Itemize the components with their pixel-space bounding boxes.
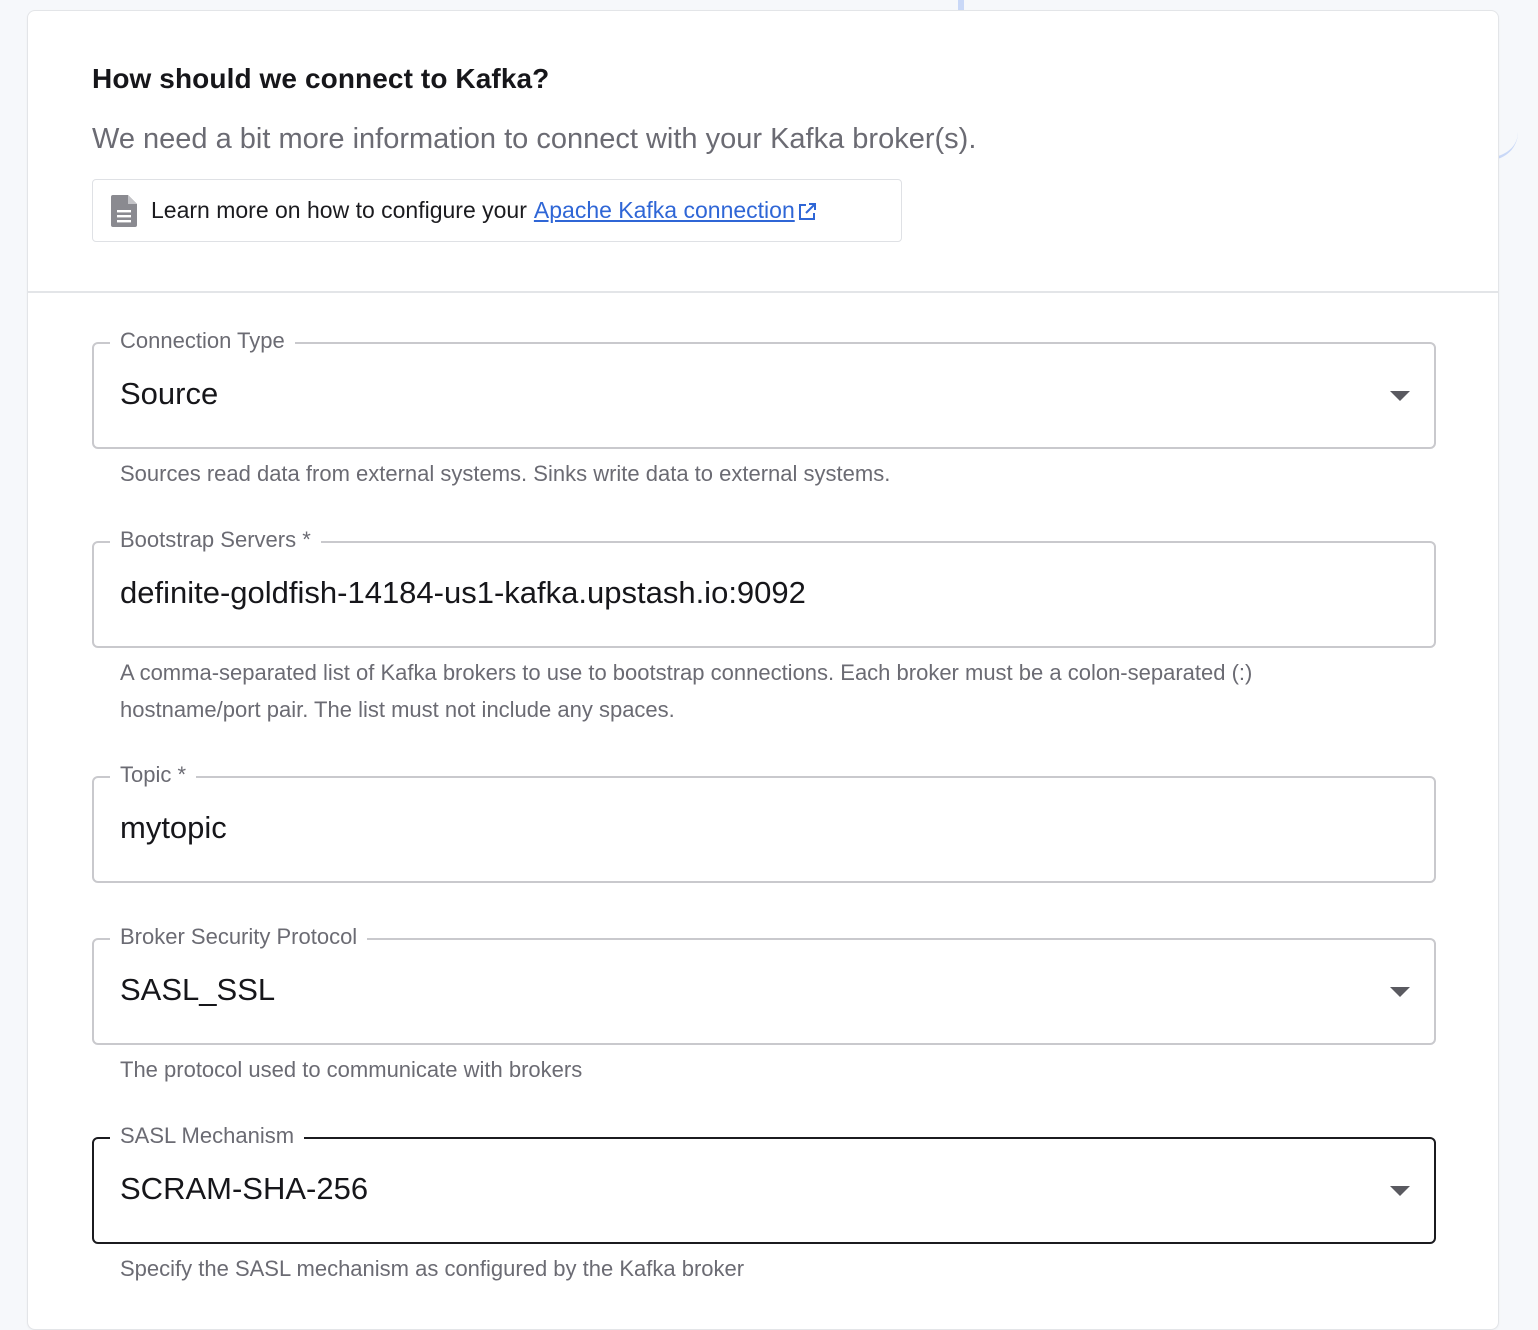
form-header: How should we connect to Kafka? We need …: [28, 11, 1498, 293]
sasl-mechanism-select[interactable]: SASL Mechanism SCRAM-SHA-256: [92, 1121, 1436, 1244]
document-icon: [111, 194, 137, 227]
caret-down-icon[interactable]: [1390, 987, 1410, 997]
bootstrap-servers-helper: A comma-separated list of Kafka brokers …: [120, 660, 1253, 722]
broker-security-protocol-select[interactable]: Broker Security Protocol SASL_SSL: [92, 922, 1436, 1045]
caret-down-icon[interactable]: [1390, 391, 1410, 401]
connection-type-helper: Sources read data from external systems.…: [120, 461, 891, 486]
learn-more-callout: Learn more on how to configure your Apac…: [92, 179, 902, 242]
sasl-mechanism-value: SCRAM-SHA-256: [120, 1171, 369, 1206]
topic-label: Topic *: [110, 760, 197, 790]
learn-more-text: Learn more on how to configure your: [151, 197, 527, 223]
topic-value: mytopic: [120, 810, 227, 845]
topic-input[interactable]: Topic * mytopic: [92, 760, 1436, 883]
broker-security-protocol-helper: The protocol used to communicate with br…: [120, 1057, 583, 1082]
connection-type-value: Source: [120, 376, 219, 411]
bootstrap-servers-label: Bootstrap Servers *: [110, 525, 321, 555]
broker-security-protocol-label: Broker Security Protocol: [110, 922, 368, 952]
apache-kafka-connection-link[interactable]: Apache Kafka connection: [534, 197, 795, 224]
sasl-mechanism-label: SASL Mechanism: [110, 1121, 305, 1151]
page-subtitle: We need a bit more information to connec…: [92, 123, 977, 155]
page-title: How should we connect to Kafka?: [92, 63, 550, 94]
broker-security-protocol-value: SASL_SSL: [120, 972, 276, 1007]
caret-down-icon[interactable]: [1390, 1186, 1410, 1196]
bootstrap-servers-input[interactable]: Bootstrap Servers * definite-goldfish-14…: [92, 525, 1436, 648]
connection-type-select[interactable]: Connection Type Source: [92, 326, 1436, 449]
bootstrap-servers-value: definite-goldfish-14184-us1-kafka.upstas…: [120, 575, 806, 610]
external-link-icon[interactable]: [797, 201, 817, 221]
connection-type-label: Connection Type: [110, 326, 295, 356]
sasl-mechanism-helper: Specify the SASL mechanism as configured…: [120, 1256, 745, 1281]
connection-form-card: How should we connect to Kafka? We need …: [27, 10, 1499, 1330]
